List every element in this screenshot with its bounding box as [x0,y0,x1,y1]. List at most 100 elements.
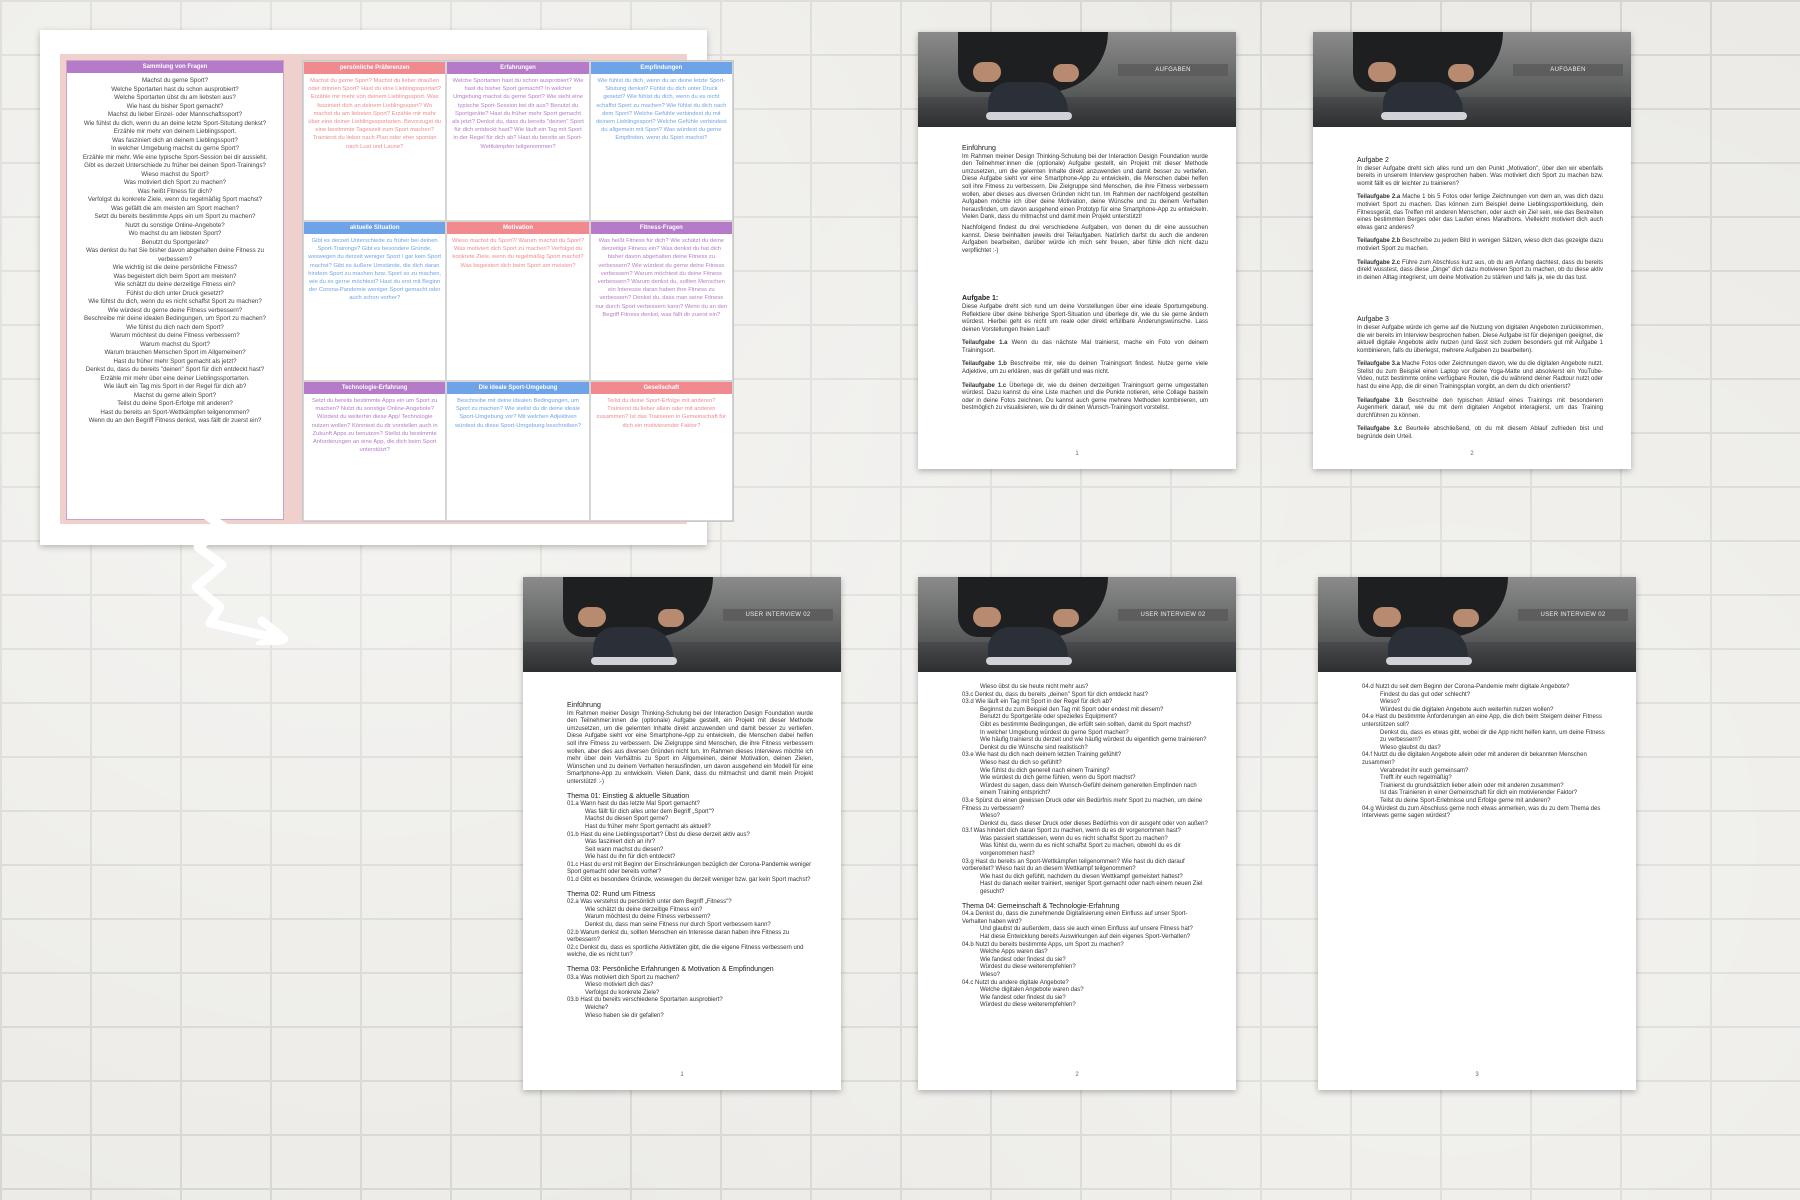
paragraph: Trefft ihr euch regelmäßig? [1380,775,1452,782]
category-questions: Setzt du bereits bestimmte Apps ein um S… [311,398,438,454]
paragraph: Was fühlst du, wenn du es nicht schaffst… [980,843,1181,858]
category-questions: Wieso machst du Sport?/ Warum machst du … [452,238,584,269]
paragraph: Teilaufgabe 1.c Überlege dir, wie du dei… [962,382,1208,412]
paragraph: 03.e Wie hast du dich nach deinem letzte… [962,752,1122,759]
paragraph: Benutzt du Sportgeräte oder spezielles E… [980,714,1118,721]
question-item: Welche Sportarten übst du am liebsten au… [114,94,236,101]
paragraph: 03.c Denkst du, dass du bereits „deinen"… [962,691,1148,698]
page-header-label: USER INTERVIEW 02 [1518,609,1628,621]
paragraph: 04.f Nutzt du die digitalen Angebote all… [1362,752,1587,766]
question-item: Wenn du an den Begriff Fitness denkst, w… [88,417,262,424]
question-item: Wie hast du bisher Sport gemacht? [126,102,224,110]
paragraph: 03.e Spürst du einen gewissen Druck oder… [962,797,1203,812]
paragraph: Wieso motiviert dich das? [585,982,654,989]
question-collection: Sammlung von Fragen Machst du gerne Spor… [66,60,284,520]
category-title: Die ideale Sport-Umgebung [447,382,589,394]
paragraph: Gibt es bestimmte Bedingungen, die erfül… [980,721,1192,728]
paragraph: Teilaufgabe 3.c Beurteile abschließend, … [1357,426,1604,441]
paragraph: 03.g Hast du bereits an Sport-Wettkämpfe… [962,858,1185,873]
subtask-label: Teilaufgabe 2.c [1357,259,1401,266]
subtask-label: Teilaufgabe 2.a [1357,194,1401,201]
paragraph: 02.c Denkst du, dass es sportliche Aktiv… [567,944,804,959]
subtask-label: Teilaufgabe 1.c [962,382,1007,389]
paragraph: Warum möchtest du deine Fitness verbesse… [585,914,711,921]
paragraph: In welcher Umgebung würdest du gerne Spo… [980,729,1129,736]
question-item: Was begeistert dich beim Sport am meiste… [113,272,237,280]
header-photo: AUFGABEN [1313,32,1631,127]
paragraph: Teilaufgabe 2.b Beschreibe zu jedem Bild… [1357,238,1603,252]
category-cell: Empfindungen Wie fühlst du dich, wenn du … [589,61,733,221]
paragraph: Teilaufgabe 3.a Mache Fotos oder Zeichnu… [1357,361,1603,391]
category-cell: persönliche Präferenzen Machst du gerne S… [303,61,447,221]
paragraph: Wie schätzt du deine derzeitige Fitness … [585,906,703,913]
question-item: Wie fühlst du dich, wenn du an deine let… [83,119,267,127]
subtask-label: Teilaufgabe 3.c [1357,426,1403,433]
paragraph: Teilaufgabe 3.b Beschreibe den typischen… [1357,397,1604,419]
category-title: Empfindungen [590,62,732,74]
question-item: Warum möchtest du deine Fitness verbesse… [110,332,240,339]
page-body: Einführung Im Rahmen meiner Design Thinki… [962,139,1208,416]
paragraph: 02.b Warum denkst du, sollten Menschen e… [567,929,790,944]
question-item: Wo machst du am liebsten Sport? [128,230,222,237]
paragraph: Diese Aufgabe dreht sich rund um deine V… [962,303,1208,333]
paragraph: Teilaufgabe 2.c Führe zum Abschluss kurz… [1357,259,1603,281]
category-title: Gesellschaft [590,382,732,394]
paragraph: Was passiert stattdessen, wenn du es nic… [980,835,1168,842]
paragraph: In dieser Aufgabe würde ich gerne auf di… [1357,324,1603,354]
category-cell: Fitness-Fragen Was heißt Fitness für dich… [589,221,733,381]
subtask-label: Teilaufgabe 2.b [1357,238,1401,245]
question-item: Warum machst du Sport? [140,340,210,348]
paragraph: Ist das Trainieren in einer Gemeinschaft… [1380,790,1578,797]
page-number: 2 [1470,451,1474,457]
paragraph: Teilaufgabe 2.a Mache 1 bis 5 Fotos oder… [1357,194,1603,231]
question-item: Was motiviert dich Sport zu machen? [123,179,227,186]
question-item: Hast du früher mehr Sport gemacht als je… [113,357,237,365]
question-item: Teilst du deine Sport-Erfolge mit andere… [117,400,233,407]
paragraph: Wie fühlst du dich generell nach einem T… [980,767,1110,774]
paragraph: Findest du das gut oder schlecht? [1380,691,1471,698]
header-photo: USER INTERVIEW 02 [523,577,841,672]
category-questions: Teilst du deine Sport-Erfolge mit andere… [596,398,727,429]
arrow-icon [191,506,289,645]
paragraph: 01.a Wann hast du das letzte Mal Sport g… [567,801,700,808]
paragraph: Wieso glaubst du das? [1380,744,1441,751]
paragraph: Würdest du sagen, dass dein Wunsch-Gefüh… [980,782,1197,797]
paragraph: Denkst du die Wünsche sind realistisch? [980,744,1088,751]
category-cell: Erfahrungen Welche Sportarten hast du sch… [446,61,590,221]
paragraph: 04.c Nutzt du andere digitale Angebote? [962,979,1069,986]
question-item: Gibt es derzeit Unterschiede zu früher b… [84,162,266,169]
category-cell: aktuelle Situation Gibt es derzeit Unters… [303,221,447,381]
section-heading: Aufgabe 2 [1357,157,1389,164]
question-item: Wie fühlst du dich, wenn du es nicht sch… [88,298,262,305]
page-body: Aufgabe 2 In dieser Aufgabe dreht sich al… [1357,139,1603,445]
paragraph: Machst du diesen Sport gerne? [585,816,669,823]
section-heading: Einführung [962,145,996,152]
paragraph: 04.e Hast du bestimmte Anforderungen an … [1362,714,1602,728]
paragraph: 04.g Würdest du zum Abschluss gerne noch… [1362,805,1601,820]
page-body: Wieso übst du sie heute nicht mehr aus? 0… [962,684,1208,1010]
header-photo: AUFGABEN [918,32,1236,127]
paragraph: 04.a Denkst du, dass die zunehmende Digi… [962,911,1188,925]
paragraph: In dieser Aufgabe dreht sich alles rund … [1357,165,1603,187]
paragraph: Seit wann machst du diesen? [585,846,664,853]
paragraph: Denkst du, dass man seine Fitness nur du… [585,922,771,929]
paragraph: Hat diese Entwicklung bereits Auswirkung… [980,934,1191,940]
paragraph: Was fällt für dich alles unter dem Begri… [585,808,715,815]
category-cell: Motivation Wieso machst du Sport?/ Warum … [446,221,590,381]
document-page: USER INTERVIEW 02 Wieso übst du sie heute… [918,577,1236,1090]
paragraph: Wieso übst du sie heute nicht mehr aus? [980,684,1089,690]
question-item: Erzähle mir mehr von deinem Lieblingsspo… [113,128,237,135]
paragraph: Würdest du diese weiterempfehlen? [980,1002,1076,1009]
page-number: 2 [1075,1072,1079,1078]
section-heading: Thema 01: Einstieg & aktuelle Situation [567,792,690,800]
paragraph: 01.b Hast du eine Lieblingssportart? Übs… [567,831,750,838]
paragraph: 04.b Nutzt du bereits bestimmte Apps, um… [962,941,1124,948]
category-title: Technologie-Erfahrung [304,382,446,394]
category-cell: Technologie-Erfahrung Setzt du bereits be… [303,381,447,521]
paragraph: Wie fandest oder findest du sie? [980,994,1066,1001]
question-item: Was heißt Fitness für dich? [137,187,213,195]
question-board: Sammlung von Fragen Machst du gerne Spor… [40,30,734,545]
paragraph: Hast du danach weiter trainiert, weniger… [980,881,1203,896]
paragraph: Wieso hast du dich so gefühlt? [980,759,1062,766]
question-item: Beschreibe mir deine idealen Bedingungen… [84,315,266,322]
